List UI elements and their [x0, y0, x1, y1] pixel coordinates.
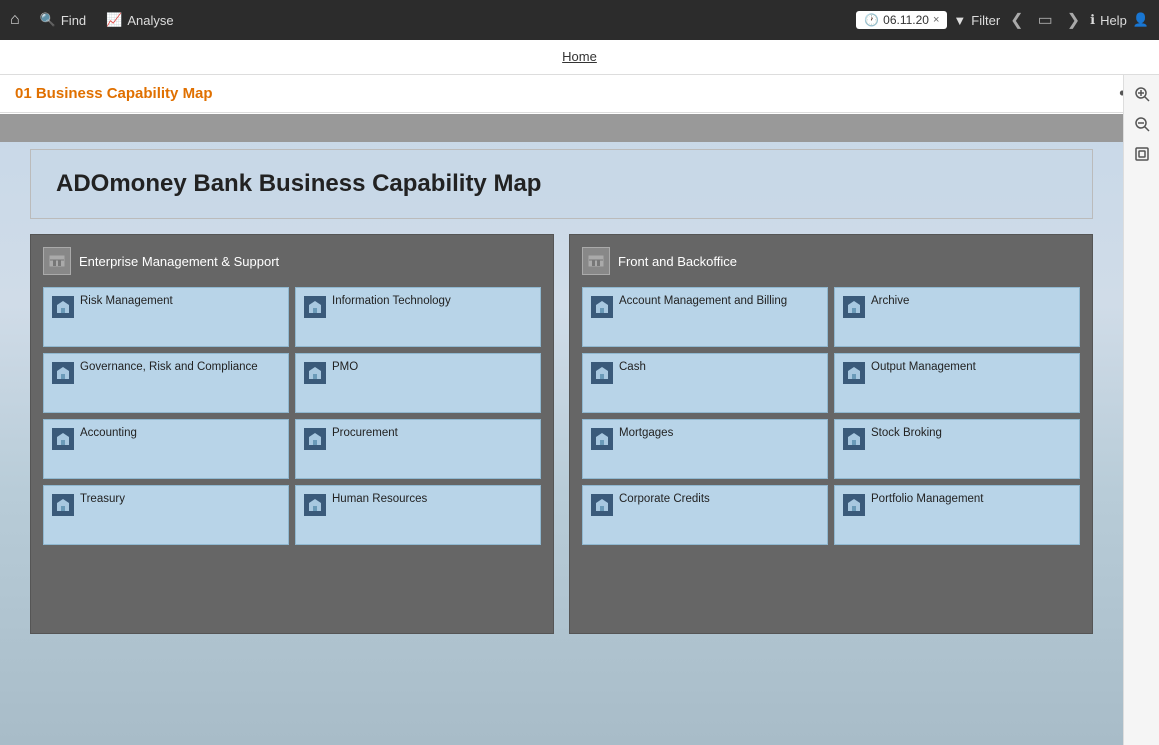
analyse-icon: 📈	[106, 12, 122, 28]
filter-button[interactable]: ▼ Filter	[953, 13, 1000, 28]
filter-icon: ▼	[953, 13, 966, 28]
list-item[interactable]: Stock Broking	[834, 419, 1080, 479]
analyse-button[interactable]: 📈 Analyse	[106, 12, 173, 28]
sections-container: Enterprise Management & Support Risk Man…	[30, 234, 1093, 634]
capability-label: Account Management and Billing	[619, 294, 787, 309]
capability-label: Archive	[871, 294, 909, 309]
list-item[interactable]: Archive	[834, 287, 1080, 347]
cap-icon	[843, 494, 865, 516]
capability-label: Corporate Credits	[619, 492, 710, 507]
list-item[interactable]: Cash	[582, 353, 828, 413]
cap-icon	[304, 428, 326, 450]
find-label: Find	[61, 13, 86, 28]
right-sidebar	[1123, 75, 1159, 745]
diagram-header: 01 Business Capability Map •••	[0, 75, 1159, 113]
nav-window-button[interactable]: ▭	[1034, 8, 1057, 32]
capability-label: Portfolio Management	[871, 492, 984, 507]
cap-icon	[591, 296, 613, 318]
home-breadcrumb[interactable]: Home	[562, 49, 597, 64]
enterprise-section: Enterprise Management & Support Risk Man…	[30, 234, 554, 634]
filter-tag-close[interactable]: ×	[933, 14, 939, 26]
enterprise-capabilities-grid: Risk Management Information Technology G…	[43, 287, 541, 545]
cap-icon	[591, 428, 613, 450]
frontback-section: Front and Backoffice Account Management …	[569, 234, 1093, 634]
cap-icon	[52, 296, 74, 318]
capability-label: Information Technology	[332, 294, 451, 309]
capability-label: Stock Broking	[871, 426, 942, 441]
frontback-section-icon	[582, 247, 610, 275]
capability-label: Procurement	[332, 426, 398, 441]
list-item[interactable]: Governance, Risk and Compliance	[43, 353, 289, 413]
cap-icon	[52, 428, 74, 450]
list-item[interactable]: Output Management	[834, 353, 1080, 413]
breadcrumb-bar: Home	[0, 40, 1159, 75]
list-item[interactable]: Human Resources	[295, 485, 541, 545]
filter-tag-value: 06.11.20	[883, 13, 929, 27]
cap-icon	[591, 494, 613, 516]
clock-icon: 🕐	[864, 13, 879, 27]
enterprise-section-header: Enterprise Management & Support	[43, 247, 541, 275]
list-item[interactable]: Procurement	[295, 419, 541, 479]
nav-forward-button[interactable]: ❯	[1063, 8, 1084, 32]
date-filter-tag[interactable]: 🕐 06.11.20 ×	[856, 11, 947, 29]
list-item[interactable]: Treasury	[43, 485, 289, 545]
zoom-out-button[interactable]	[1128, 110, 1156, 138]
cap-icon	[52, 362, 74, 384]
list-item[interactable]: Information Technology	[295, 287, 541, 347]
home-icon: ⌂	[10, 11, 20, 29]
analyse-label: Analyse	[127, 13, 173, 28]
diagram-title: 01 Business Capability Map	[15, 85, 213, 102]
list-item[interactable]: Mortgages	[582, 419, 828, 479]
cap-icon	[52, 494, 74, 516]
capability-label: Governance, Risk and Compliance	[80, 360, 258, 375]
capability-label: Output Management	[871, 360, 976, 375]
list-item[interactable]: Accounting	[43, 419, 289, 479]
home-button[interactable]: ⌂	[10, 11, 20, 29]
nav-back-button[interactable]: ❮	[1006, 8, 1027, 32]
find-search-icon: 🔍	[40, 12, 56, 28]
cap-icon	[843, 296, 865, 318]
capability-label: Risk Management	[80, 294, 173, 309]
cap-icon	[304, 494, 326, 516]
list-item[interactable]: Account Management and Billing	[582, 287, 828, 347]
fit-to-screen-button[interactable]	[1128, 140, 1156, 168]
topbar: ⌂ 🔍 Find 📈 Analyse 🕐 06.11.20 × ▼ Filter…	[0, 0, 1159, 40]
diagram-canvas: ADOmoney Bank Business Capability Map En…	[0, 114, 1123, 745]
cap-icon	[304, 362, 326, 384]
capability-label: Cash	[619, 360, 646, 375]
enterprise-section-title: Enterprise Management & Support	[79, 254, 279, 269]
frontback-capabilities-grid: Account Management and Billing Archive C…	[582, 287, 1080, 545]
user-button[interactable]: 👤	[1133, 12, 1149, 28]
zoom-in-button[interactable]	[1128, 80, 1156, 108]
list-item[interactable]: Risk Management	[43, 287, 289, 347]
capability-label: Treasury	[80, 492, 125, 507]
filter-label: Filter	[971, 13, 1000, 28]
capability-label: Human Resources	[332, 492, 427, 507]
help-label: Help	[1100, 13, 1127, 28]
enterprise-section-icon	[43, 247, 71, 275]
list-item[interactable]: Corporate Credits	[582, 485, 828, 545]
map-main-title: ADOmoney Bank Business Capability Map	[56, 170, 1067, 198]
find-button[interactable]: 🔍 Find	[40, 12, 86, 28]
filter-group: 🕐 06.11.20 × ▼ Filter ❮ ▭ ❯ ℹ Help 👤	[856, 8, 1149, 32]
capability-label: PMO	[332, 360, 358, 375]
list-item[interactable]: PMO	[295, 353, 541, 413]
cap-icon	[304, 296, 326, 318]
cap-icon	[843, 362, 865, 384]
diagram-title-block: ADOmoney Bank Business Capability Map	[30, 149, 1093, 219]
cap-icon	[843, 428, 865, 450]
main-content: 01 Business Capability Map •••	[0, 75, 1159, 745]
user-icon: 👤	[1133, 12, 1149, 28]
list-item[interactable]: Portfolio Management	[834, 485, 1080, 545]
capability-label: Accounting	[80, 426, 137, 441]
capability-label: Mortgages	[619, 426, 673, 441]
frontback-section-title: Front and Backoffice	[618, 254, 737, 269]
cap-icon	[591, 362, 613, 384]
info-icon: ℹ	[1090, 12, 1095, 28]
grey-strip	[0, 114, 1123, 142]
frontback-section-header: Front and Backoffice	[582, 247, 1080, 275]
help-button[interactable]: ℹ Help	[1090, 12, 1127, 28]
